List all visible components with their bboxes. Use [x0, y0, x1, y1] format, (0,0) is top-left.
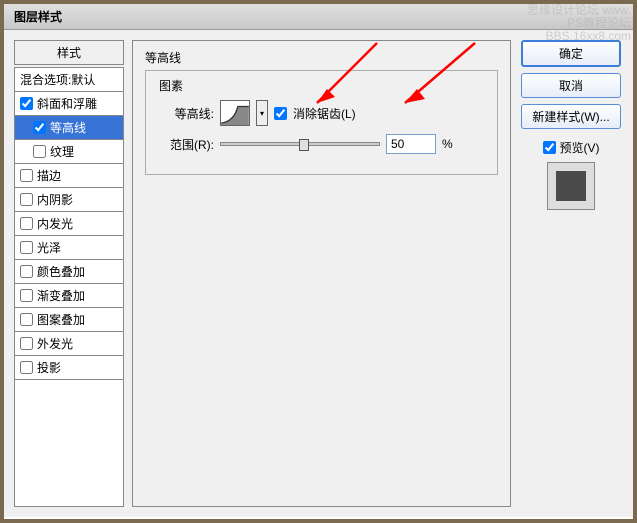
blend-options-label: 混合选项:默认	[20, 71, 95, 88]
style-checkbox[interactable]	[20, 313, 33, 326]
contour-picker[interactable]	[220, 100, 250, 126]
cancel-button[interactable]: 取消	[521, 73, 621, 98]
ok-button[interactable]: 确定	[521, 40, 621, 67]
style-row[interactable]: 等高线	[15, 116, 123, 140]
style-checkbox[interactable]	[33, 145, 46, 158]
action-column: 确定 取消 新建样式(W)... 预览(V)	[519, 40, 623, 507]
contour-dropdown-arrow[interactable]: ▾	[256, 100, 268, 126]
new-style-button[interactable]: 新建样式(W)...	[521, 104, 621, 129]
style-label: 等高线	[50, 119, 86, 136]
preview-swatch-inner	[556, 171, 586, 201]
style-label: 颜色叠加	[37, 263, 85, 280]
styles-header[interactable]: 样式	[14, 40, 124, 65]
contour-label: 等高线:	[156, 105, 214, 122]
style-label: 纹理	[50, 143, 74, 160]
style-row[interactable]: 纹理	[15, 140, 123, 164]
elements-group: 图素 等高线: ▾ 消除锯齿(L) 范围(R):	[145, 70, 498, 175]
style-label: 内阴影	[37, 191, 73, 208]
blend-options-row[interactable]: 混合选项:默认	[15, 68, 123, 92]
style-row[interactable]: 斜面和浮雕	[15, 92, 123, 116]
contour-row: 等高线: ▾ 消除锯齿(L)	[156, 100, 487, 126]
range-slider[interactable]	[220, 142, 380, 146]
dialog-body: 样式 混合选项:默认 斜面和浮雕等高线纹理描边内阴影内发光光泽颜色叠加渐变叠加图…	[4, 30, 633, 517]
style-row[interactable]: 图案叠加	[15, 308, 123, 332]
style-checkbox[interactable]	[20, 265, 33, 278]
preview-toggle-row: 预览(V)	[543, 139, 600, 156]
style-checkbox[interactable]	[20, 337, 33, 350]
style-row[interactable]: 描边	[15, 164, 123, 188]
watermark: 思缘设计论坛 www. PS教程论坛 BBS.16xx8.com	[527, 4, 631, 43]
style-row[interactable]: 外发光	[15, 332, 123, 356]
style-row[interactable]: 内阴影	[15, 188, 123, 212]
antialias-label[interactable]: 消除锯齿(L)	[293, 105, 356, 122]
style-checkbox[interactable]	[20, 169, 33, 182]
style-label: 图案叠加	[37, 311, 85, 328]
preview-checkbox[interactable]	[543, 141, 556, 154]
style-row[interactable]: 光泽	[15, 236, 123, 260]
range-input[interactable]	[386, 134, 436, 154]
preview-swatch	[547, 162, 595, 210]
panel-title: 等高线	[145, 49, 498, 66]
style-label: 内发光	[37, 215, 73, 232]
style-label: 渐变叠加	[37, 287, 85, 304]
style-row[interactable]: 颜色叠加	[15, 260, 123, 284]
style-checkbox[interactable]	[20, 289, 33, 302]
styles-column: 样式 混合选项:默认 斜面和浮雕等高线纹理描边内阴影内发光光泽颜色叠加渐变叠加图…	[14, 40, 124, 507]
style-checkbox[interactable]	[20, 241, 33, 254]
style-checkbox[interactable]	[20, 97, 33, 110]
style-row[interactable]: 内发光	[15, 212, 123, 236]
style-row[interactable]: 投影	[15, 356, 123, 380]
style-label: 投影	[37, 359, 61, 376]
style-checkbox[interactable]	[33, 121, 46, 134]
style-label: 斜面和浮雕	[37, 95, 97, 112]
antialias-checkbox[interactable]	[274, 107, 287, 120]
style-label: 外发光	[37, 335, 73, 352]
style-checkbox[interactable]	[20, 217, 33, 230]
style-label: 光泽	[37, 239, 61, 256]
style-checkbox[interactable]	[20, 193, 33, 206]
range-slider-thumb[interactable]	[299, 139, 309, 151]
dialog-window: 思缘设计论坛 www. PS教程论坛 BBS.16xx8.com 图层样式 样式…	[0, 0, 637, 523]
range-row: 范围(R): %	[156, 134, 487, 154]
style-label: 描边	[37, 167, 61, 184]
range-unit: %	[442, 137, 453, 151]
style-checkbox[interactable]	[20, 361, 33, 374]
group-legend: 图素	[156, 77, 186, 94]
preview-label[interactable]: 预览(V)	[560, 139, 600, 156]
range-label: 范围(R):	[156, 136, 214, 153]
settings-panel: 等高线 图素 等高线: ▾ 消除锯齿(L) 范围(R):	[132, 40, 511, 507]
style-row[interactable]: 渐变叠加	[15, 284, 123, 308]
style-list: 混合选项:默认 斜面和浮雕等高线纹理描边内阴影内发光光泽颜色叠加渐变叠加图案叠加…	[14, 67, 124, 507]
